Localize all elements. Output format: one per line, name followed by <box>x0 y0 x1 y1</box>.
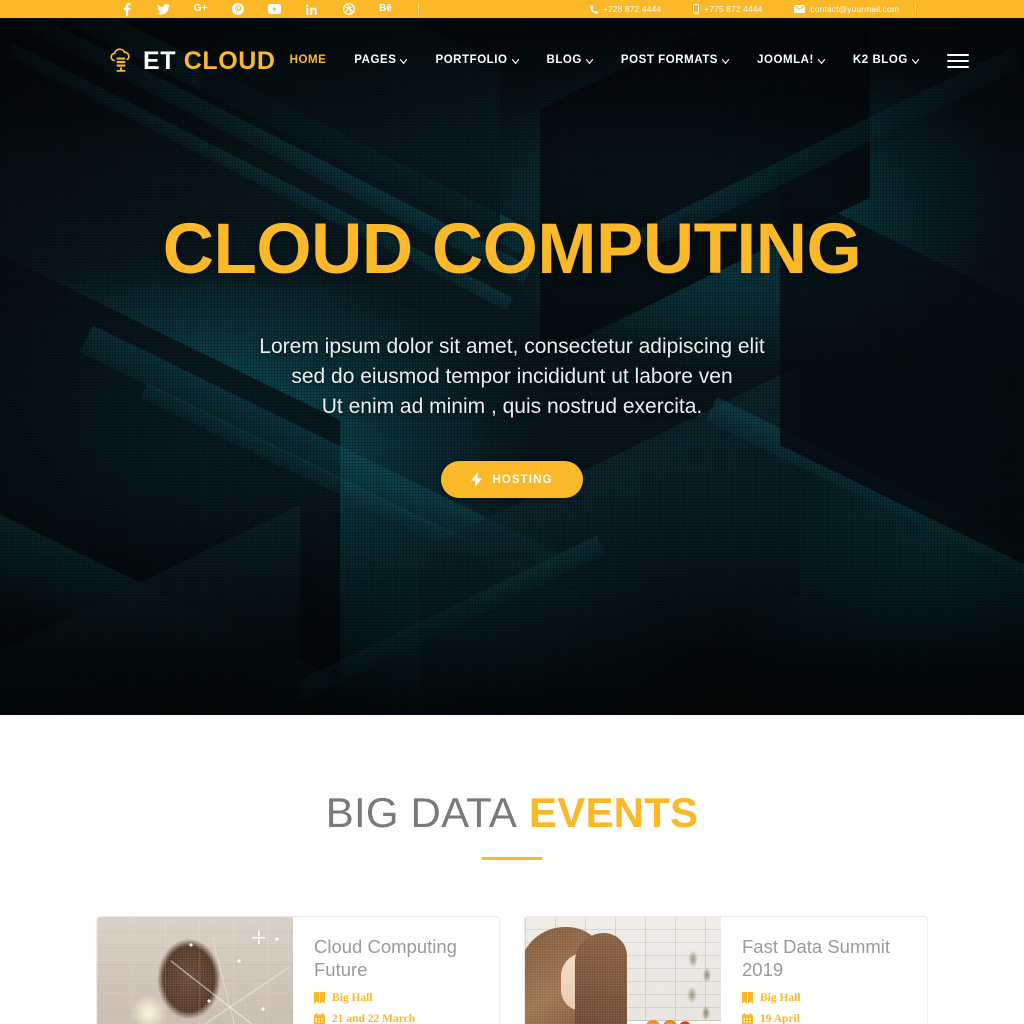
section-title-bold: EVENTS <box>529 789 699 836</box>
nav-item-portfolio[interactable]: PORTFOLIO <box>421 55 532 67</box>
hero-title: CLOUD COMPUTING <box>162 210 862 289</box>
event-title: Fast Data Summit 2019 <box>742 936 891 980</box>
logo-text-secondary: CLOUD <box>183 46 276 75</box>
section-header: BIG DATA EVENTS <box>0 789 1024 861</box>
main-navigation: HOME PAGES PORTFOLIO BLOG POST FORMATS J… <box>276 50 969 72</box>
event-card[interactable]: Cloud Computing Future Big Hall 21 and 2… <box>96 916 500 1024</box>
top-bar: G+ Bē +228 872 4444 +775 872 4444 contac… <box>0 0 1024 18</box>
chevron-down-icon <box>400 58 408 64</box>
event-venue-label: Big Hall <box>760 991 801 1004</box>
email-contact[interactable]: contact@yourmail.com <box>778 5 915 14</box>
nav-item-blog[interactable]: BLOG <box>533 55 607 67</box>
bookmark-icon <box>742 992 753 1005</box>
topbar-divider-end <box>915 3 916 15</box>
nav-label: POST FORMATS <box>620 54 719 67</box>
section-title-light: BIG DATA <box>325 789 518 836</box>
event-date-label: 21 and 22 March <box>332 1012 416 1024</box>
hosting-button-label: HOSTING <box>492 473 553 486</box>
hamburger-menu-icon[interactable] <box>946 50 969 72</box>
bookmark-icon <box>314 992 325 1005</box>
event-photo-woman-smiling-kitchen <box>525 917 721 1024</box>
hero-subtitle-line-3: Ut enim ad minim , quis nostrud exercita… <box>321 395 703 419</box>
nav-label: HOME <box>289 54 327 67</box>
event-card[interactable]: Fast Data Summit 2019 Big Hall 19 April … <box>524 916 928 1024</box>
google-plus-icon[interactable]: G+ <box>182 0 219 18</box>
event-venue-label: Big Hall <box>332 991 373 1004</box>
event-venue: Big Hall <box>314 991 479 1005</box>
nav-label: PORTFOLIO <box>435 54 508 67</box>
mobile-icon <box>693 4 700 14</box>
mobile-number: +775 872 4444 <box>704 3 763 14</box>
event-date: 21 and 22 March <box>314 1013 479 1024</box>
linkedin-icon[interactable] <box>293 0 330 18</box>
chevron-down-icon <box>817 58 825 64</box>
events-section: BIG DATA EVENTS Cloud Computing Future B… <box>0 715 1024 1024</box>
topbar-divider <box>418 3 419 15</box>
phone-icon <box>589 4 598 14</box>
calendar-icon <box>742 1013 753 1024</box>
nav-label: JOOMLA! <box>757 54 814 67</box>
event-title: Cloud Computing Future <box>314 936 457 980</box>
hero-subtitle: Lorem ipsum dolor sit amet, consectetur … <box>60 332 964 422</box>
hosting-button[interactable]: HOSTING <box>441 461 583 499</box>
bolt-icon <box>471 472 483 488</box>
hero-content: CLOUD COMPUTING Lorem ipsum dolor sit am… <box>0 210 1024 499</box>
logo-text-primary: ET <box>143 46 177 75</box>
site-header: ET CLOUD HOME PAGES PORTFOLIO BLOG POST … <box>0 18 1024 104</box>
facebook-icon[interactable] <box>108 0 145 18</box>
nav-item-post-formats[interactable]: POST FORMATS <box>607 55 743 67</box>
event-card-list: Cloud Computing Future Big Hall 21 and 2… <box>0 860 1024 1024</box>
contact-info: +228 872 4444 +775 872 4444 contact@your… <box>573 3 916 15</box>
chevron-down-icon <box>911 58 919 64</box>
nav-label: BLOG <box>546 54 582 67</box>
nav-item-k2-blog[interactable]: K2 BLOG <box>839 55 933 67</box>
section-title: BIG DATA EVENTS <box>0 789 1024 836</box>
nav-item-home[interactable]: HOME <box>276 55 341 67</box>
pinterest-icon[interactable] <box>219 0 256 18</box>
event-date: 19 April <box>742 1013 907 1024</box>
phone-number: +228 872 4444 <box>602 3 662 14</box>
cloud-server-icon <box>108 48 134 74</box>
twitter-icon[interactable] <box>145 0 182 18</box>
mobile-contact[interactable]: +775 872 4444 <box>677 4 778 14</box>
email-address: contact@yourmail.com <box>810 3 899 14</box>
youtube-icon[interactable] <box>256 0 293 18</box>
chevron-down-icon <box>585 58 593 64</box>
site-logo[interactable]: ET CLOUD <box>108 48 276 74</box>
social-links: G+ Bē <box>108 0 404 18</box>
hero-subtitle-line-2: sed do eiusmod tempor incididunt ut labo… <box>291 365 733 389</box>
nav-item-pages[interactable]: PAGES <box>340 55 421 67</box>
event-date-label: 19 April <box>760 1012 800 1024</box>
event-photo-man-touching-interface <box>97 917 293 1024</box>
chevron-down-icon <box>511 58 519 64</box>
behance-icon[interactable]: Bē <box>367 0 404 18</box>
envelope-icon <box>794 5 806 13</box>
chevron-down-icon <box>722 58 730 64</box>
phone-contact[interactable]: +228 872 4444 <box>573 5 677 14</box>
nav-label: PAGES <box>354 54 397 67</box>
event-venue: Big Hall <box>742 991 907 1005</box>
hero-section: ET CLOUD HOME PAGES PORTFOLIO BLOG POST … <box>0 18 1024 715</box>
hero-subtitle-line-1: Lorem ipsum dolor sit amet, consectetur … <box>259 335 765 358</box>
nav-label: K2 BLOG <box>852 54 908 67</box>
nav-item-joomla[interactable]: JOOMLA! <box>743 55 839 67</box>
calendar-icon <box>314 1013 325 1024</box>
dribbble-icon[interactable] <box>330 0 367 18</box>
